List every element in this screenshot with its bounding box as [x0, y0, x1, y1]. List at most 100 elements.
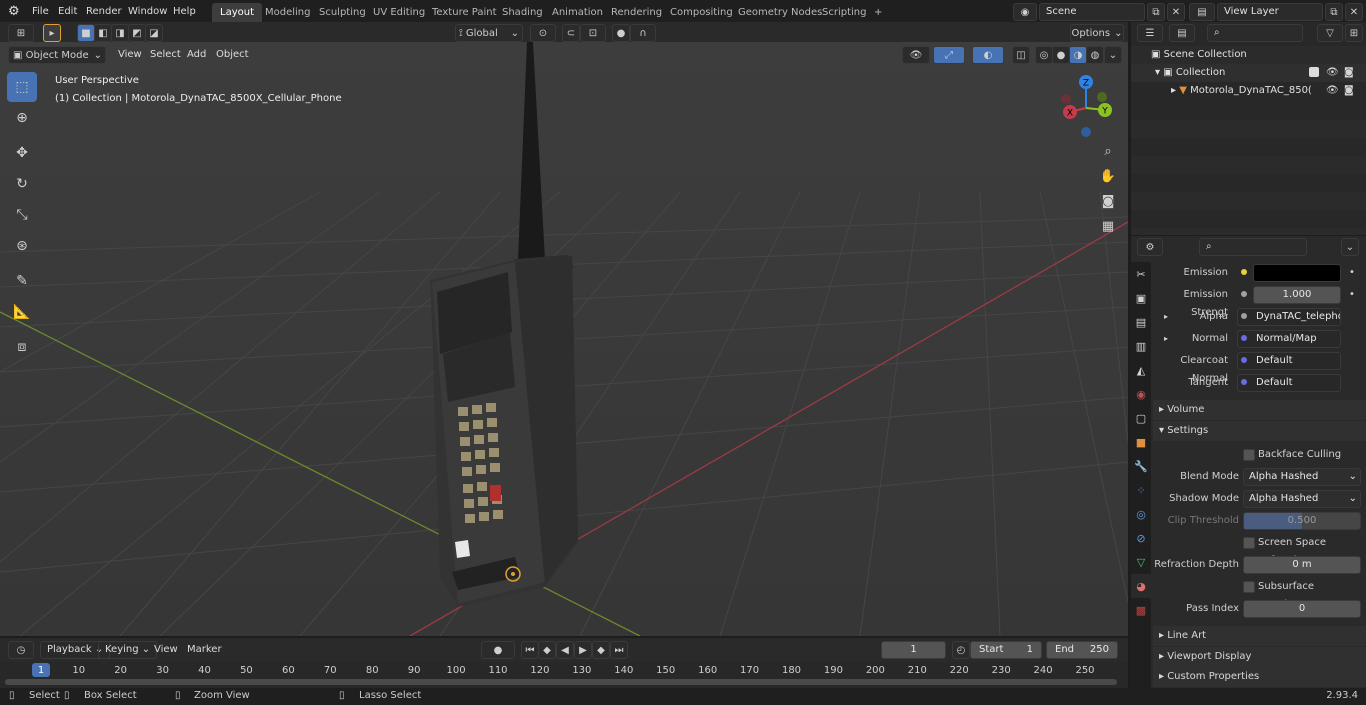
overlay-toggle-icon[interactable]: ◐ [972, 46, 1004, 64]
properties-editor-type-icon[interactable]: ⚙ [1137, 238, 1163, 256]
refraction-depth-field[interactable]: 0 m [1243, 556, 1361, 574]
screen-space-refraction-checkbox[interactable] [1243, 537, 1255, 549]
snap-target-icon[interactable]: ⊡ [580, 24, 606, 42]
stopwatch-icon[interactable]: ◴ [952, 641, 970, 659]
select-mode-invert-icon[interactable]: ◩ [128, 24, 146, 42]
tab-texture-paint[interactable]: Texture Paint [424, 3, 505, 22]
view-layer-icon[interactable]: ▤ [1189, 3, 1215, 21]
modifier-tab-icon[interactable]: 🔧 [1131, 454, 1151, 478]
new-scene-icon[interactable]: ⧉ [1147, 3, 1165, 21]
select-tool-icon[interactable]: ▸ [43, 24, 61, 42]
xray-toggle-icon[interactable]: ◫ [1012, 46, 1030, 64]
scene-type-icon[interactable]: ◉ [1013, 3, 1037, 21]
select-mode-intersect-icon[interactable]: ◪ [145, 24, 163, 42]
outliner-editor-type-icon[interactable]: ☰ [1137, 24, 1163, 42]
select-box-icon[interactable]: ⬚ [7, 72, 37, 102]
annotate-icon[interactable]: ✎ [7, 266, 37, 296]
physics-tab-icon[interactable]: ◎ [1131, 502, 1151, 526]
grid-projection-icon[interactable]: ▦ [1096, 214, 1120, 238]
clearcoat-normal-field[interactable]: Default [1237, 352, 1341, 370]
menu-file[interactable]: File [27, 3, 54, 21]
tab-rendering[interactable]: Rendering [603, 3, 670, 22]
tool-tab-icon[interactable]: ✂ [1131, 262, 1151, 286]
filter-icon[interactable]: ▽ [1317, 24, 1343, 42]
line-art-panel-header[interactable]: ▸ Line Art [1153, 626, 1366, 646]
shadow-mode-dropdown[interactable]: Alpha Hashed ⌄ [1243, 490, 1361, 508]
scene-selector[interactable]: Scene [1039, 3, 1145, 21]
tangent-field[interactable]: Default [1237, 374, 1341, 392]
view-layer-tab-icon[interactable]: ▥ [1131, 334, 1151, 358]
pivot-point-icon[interactable]: ⊙ [530, 24, 556, 42]
tab-uv-editing[interactable]: UV Editing [365, 3, 433, 22]
play-icon[interactable]: ▶ [574, 641, 592, 659]
add-cube-icon[interactable]: ⧈ [7, 332, 37, 362]
settings-panel-header[interactable]: ▾ Settings [1153, 421, 1366, 441]
move-icon[interactable]: ✥ [7, 138, 37, 168]
exclude-checkbox[interactable] [1309, 67, 1319, 77]
data-tab-icon[interactable]: ▽ [1131, 550, 1151, 574]
delete-view-layer-icon[interactable]: ✕ [1345, 3, 1363, 21]
tab-shading[interactable]: Shading [494, 3, 551, 22]
camera-icon[interactable]: ◙ [1096, 189, 1120, 213]
select-mode-new-icon[interactable]: ■ [77, 24, 95, 42]
jump-end-icon[interactable]: ⏭ [610, 641, 628, 659]
camera-render-icon[interactable]: ◙ [1344, 64, 1354, 82]
scale-icon[interactable]: ⤡ [7, 200, 37, 230]
viewport-menu-view[interactable]: View [112, 46, 148, 64]
new-view-layer-icon[interactable]: ⧉ [1325, 3, 1343, 21]
normal-input-link[interactable]: Normal/Map [1237, 330, 1341, 348]
editor-type-icon[interactable]: ⊞ [8, 24, 34, 42]
gizmo-toggle-icon[interactable]: ⤢ [933, 46, 965, 64]
tab-modeling[interactable]: Modeling [257, 3, 319, 22]
camera-render-icon[interactable]: ◙ [1344, 82, 1354, 100]
particles-tab-icon[interactable]: ⁘ [1131, 478, 1151, 502]
timeline-menu-marker[interactable]: Marker [181, 641, 228, 659]
pan-hand-icon[interactable]: ✋ [1096, 164, 1120, 188]
select-mode-extend-icon[interactable]: ◧ [94, 24, 112, 42]
orientation-dropdown[interactable]: ⟟ Global ⌄ [455, 24, 523, 42]
shading-rendered-icon[interactable]: ◍ [1086, 46, 1104, 64]
texture-tab-icon[interactable]: ▩ [1131, 598, 1151, 622]
outliner-row-scene-collection[interactable]: ▣ Scene Collection [1131, 46, 1366, 64]
menu-help[interactable]: Help [168, 3, 201, 21]
timeline-menu-view[interactable]: View [148, 641, 184, 659]
emission-color-swatch[interactable] [1253, 264, 1341, 282]
timeline-editor-type-icon[interactable]: ◷ [8, 641, 34, 659]
select-mode-subtract-icon[interactable]: ◨ [111, 24, 129, 42]
keyframe-dot-icon[interactable]: • [1349, 264, 1355, 282]
viewport-menu-add[interactable]: Add [181, 46, 212, 64]
menu-edit[interactable]: Edit [53, 3, 82, 21]
tab-compositing[interactable]: Compositing [662, 3, 741, 22]
view-layer-selector[interactable]: View Layer [1217, 3, 1323, 21]
shading-material-icon[interactable]: ◑ [1069, 46, 1087, 64]
keyframe-dot-icon[interactable]: • [1349, 286, 1355, 304]
start-frame-field[interactable]: Start 1 [970, 641, 1042, 659]
scene-tab-icon[interactable]: ◭ [1131, 358, 1151, 382]
current-frame-field[interactable]: 1 [881, 641, 946, 659]
timeline-scrollbar[interactable] [5, 679, 1117, 685]
blend-mode-dropdown[interactable]: Alpha Hashed ⌄ [1243, 468, 1361, 486]
shading-solid-icon[interactable]: ● [1052, 46, 1070, 64]
proportional-edit-icon[interactable]: ● [612, 24, 630, 42]
volume-panel-header[interactable]: ▸ Volume [1153, 400, 1366, 420]
render-tab-icon[interactable]: ▣ [1131, 286, 1151, 310]
auto-keying-icon[interactable]: ● [481, 641, 515, 659]
subsurface-translucency-checkbox[interactable] [1243, 581, 1255, 593]
3d-viewport[interactable]: User Perspective (1) Collection | Motoro… [0, 42, 1128, 636]
cursor-icon[interactable]: ⊕ [7, 103, 37, 133]
transform-icon[interactable]: ⊛ [7, 231, 37, 261]
jump-keyframe-back-icon[interactable]: ◆ [538, 641, 556, 659]
mode-dropdown[interactable]: ▣ Object Mode ⌄ [8, 46, 106, 64]
add-workspace-button[interactable]: + [866, 3, 890, 22]
snap-toggle-icon[interactable]: ⊂ [562, 24, 580, 42]
world-tab-icon[interactable]: ◉ [1131, 382, 1151, 406]
backface-culling-checkbox[interactable] [1243, 449, 1255, 461]
properties-search-input[interactable]: ⌕ [1199, 238, 1307, 256]
shading-options-icon[interactable]: ⌄ [1104, 46, 1122, 64]
eye-icon[interactable]: 👁 [1326, 64, 1339, 82]
play-reverse-icon[interactable]: ◀ [556, 641, 574, 659]
measure-icon[interactable]: 📐 [7, 297, 37, 327]
properties-options-icon[interactable]: ⌄ [1341, 238, 1359, 256]
menu-window[interactable]: Window [123, 3, 172, 21]
options-dropdown[interactable]: Options ⌄ [1070, 24, 1124, 42]
